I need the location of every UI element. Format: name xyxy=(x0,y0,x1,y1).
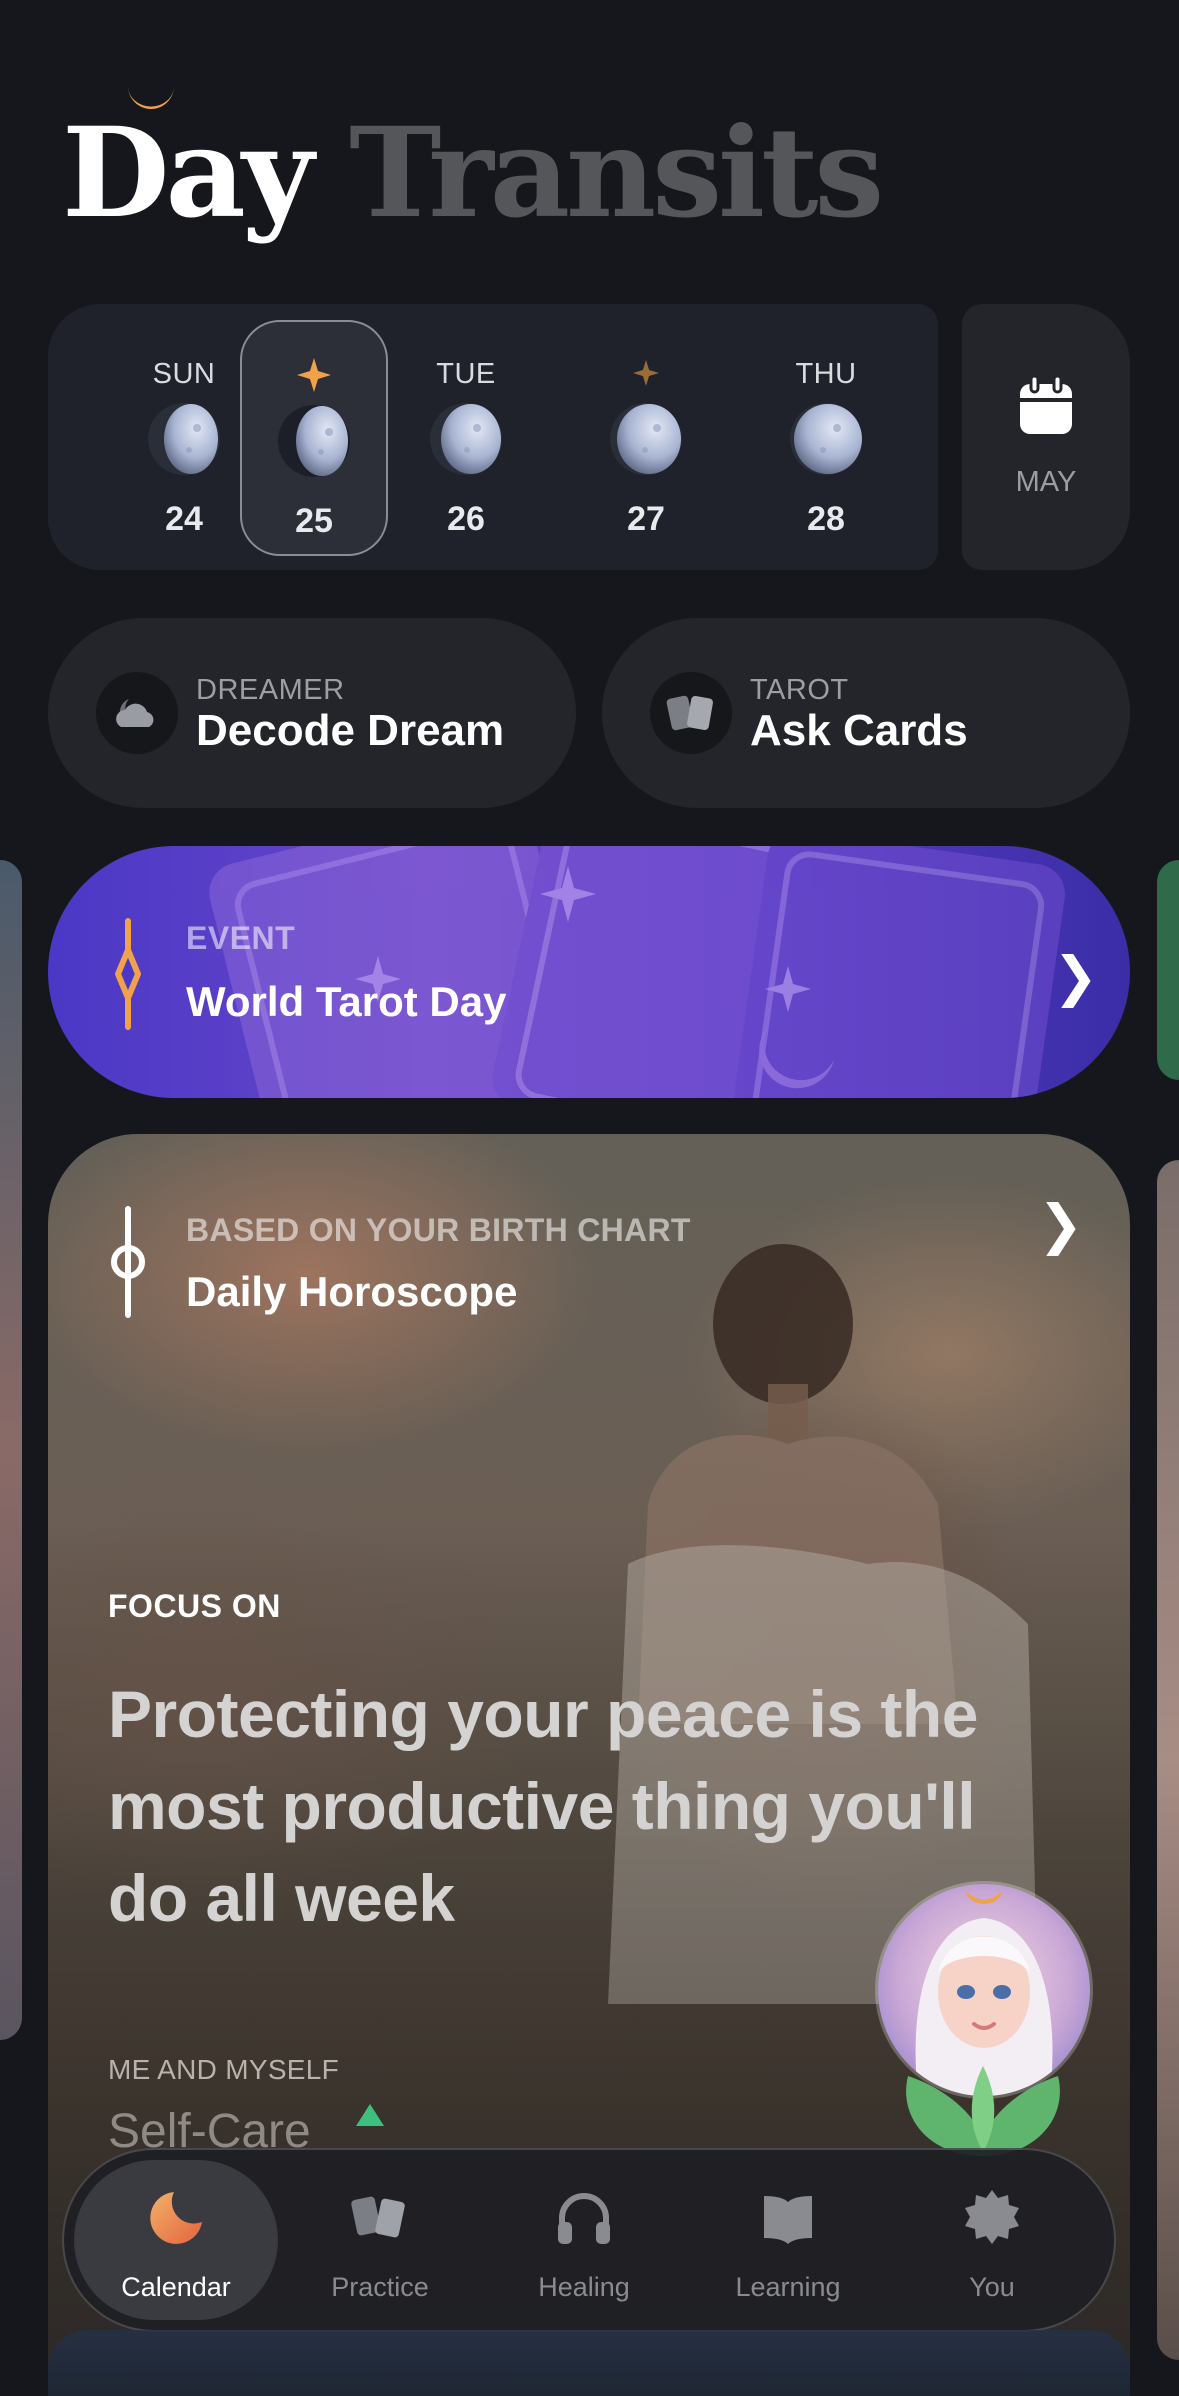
moon-phase-icon xyxy=(430,403,502,475)
moon-phase-icon xyxy=(278,405,350,477)
tarot-cards-illustration xyxy=(209,846,1065,1098)
crescent-moon-icon xyxy=(150,2192,202,2244)
tab-you[interactable]: You xyxy=(890,2160,1094,2320)
star-icon xyxy=(297,358,331,392)
chevron-right-icon: ❯ xyxy=(1053,947,1099,1007)
moon-phase-icon xyxy=(148,403,220,475)
section-kicker: ME AND MYSELF xyxy=(108,2054,340,2085)
sparkle-icon xyxy=(115,918,141,1030)
pill-kicker: DREAMER xyxy=(196,674,345,706)
tab-label: Healing xyxy=(538,2272,630,2302)
trend-up-icon xyxy=(356,2104,384,2126)
focus-label: FOCUS ON xyxy=(108,1588,281,1624)
tab-practice[interactable]: Practice xyxy=(278,2160,482,2320)
day-number: 28 xyxy=(807,500,845,538)
day-25-selected[interactable]: 25 xyxy=(240,320,388,556)
tab-healing[interactable]: Healing xyxy=(482,2160,686,2320)
title-word-transits: Transits xyxy=(349,101,884,246)
tab-label: Learning xyxy=(735,2272,841,2302)
tab-learning[interactable]: Learning xyxy=(686,2160,890,2320)
horoscope-title: Daily Horoscope xyxy=(186,1268,518,1315)
cloud-moon-icon xyxy=(96,672,178,754)
birth-chart-icon xyxy=(111,1206,145,1318)
event-kicker: EVENT xyxy=(186,920,296,956)
day-number: 27 xyxy=(627,500,665,538)
month-label: MAY xyxy=(1015,466,1077,498)
event-title: World Tarot Day xyxy=(186,978,507,1025)
next-card-peek xyxy=(48,2330,1130,2396)
tarot-cards-icon xyxy=(650,672,732,754)
pill-title: Ask Cards xyxy=(750,706,968,755)
day-thu-28[interactable]: THU 28 xyxy=(752,320,900,556)
carousel-peek-right xyxy=(1157,860,1179,1080)
headphones-icon xyxy=(558,2193,610,2244)
horoscope-kicker: BASED ON YOUR BIRTH CHART xyxy=(186,1212,691,1248)
day-27[interactable]: 27 xyxy=(572,320,720,556)
tab-label: You xyxy=(969,2272,1015,2302)
pill-kicker: TAROT xyxy=(750,674,849,706)
title-word-day: Day xyxy=(62,101,314,246)
moon-phase-icon xyxy=(610,403,682,475)
month-calendar-button[interactable]: MAY xyxy=(962,304,1130,570)
day-name: TUE xyxy=(436,358,496,390)
moon-phase-icon xyxy=(790,403,862,475)
focus-quote: Protecting your peace is the most produc… xyxy=(108,1677,978,1935)
cards-icon xyxy=(351,2196,405,2238)
day-name: SUN xyxy=(152,358,216,390)
carousel-peek-right-2 xyxy=(1157,1160,1179,2360)
day-name: THU xyxy=(795,358,857,390)
decode-dream-button[interactable]: DREAMER Decode Dream xyxy=(48,618,576,808)
day-tue-26[interactable]: TUE 26 xyxy=(392,320,540,556)
pill-title: Decode Dream xyxy=(196,706,505,755)
ask-cards-button[interactable]: TAROT Ask Cards xyxy=(602,618,1130,808)
day-number: 26 xyxy=(447,500,485,538)
tab-label: Calendar xyxy=(121,2272,231,2302)
page-title: Day Transits xyxy=(62,112,884,236)
book-icon xyxy=(764,2196,812,2244)
day-number: 25 xyxy=(295,502,333,540)
day-number: 24 xyxy=(165,500,203,538)
day-sun-24[interactable]: SUN 24 xyxy=(110,320,258,556)
lotus-leaf-icon xyxy=(906,2066,1060,2156)
event-card-world-tarot-day[interactable]: EVENT World Tarot Day ❯ xyxy=(48,846,1130,1098)
star-icon xyxy=(633,360,659,386)
gear-icon xyxy=(965,2190,1019,2244)
tab-label: Practice xyxy=(331,2272,429,2302)
bottom-tab-bar: Calendar Practice Healing Learning You xyxy=(62,2148,1116,2332)
chevron-right-icon: ❯ xyxy=(1038,1195,1084,1255)
tab-calendar[interactable]: Calendar xyxy=(74,2160,278,2320)
week-strip: SUN 24 25 TUE 26 27 THU 28 xyxy=(48,304,938,570)
calendar-icon xyxy=(1020,376,1072,434)
carousel-peek-left xyxy=(0,860,22,2040)
